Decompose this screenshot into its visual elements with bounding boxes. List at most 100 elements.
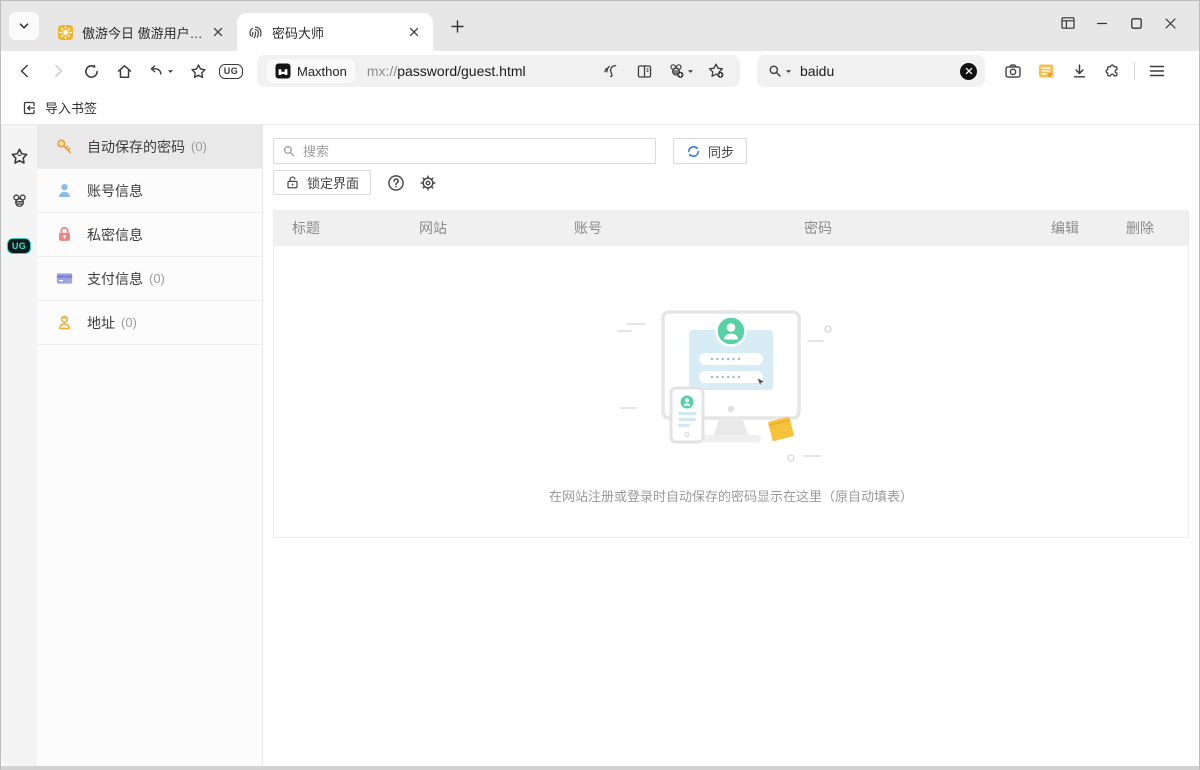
column-header-delete: 删除 <box>1126 218 1188 238</box>
web-search-input[interactable] <box>800 63 960 79</box>
window-controls <box>1051 1 1199 45</box>
url-scheme: mx:// <box>367 63 397 79</box>
tab-close-icon[interactable] <box>405 23 423 41</box>
reader-mode-button[interactable] <box>630 58 658 84</box>
help-icon <box>387 174 405 192</box>
sidebar-item-label: 自动保存的密码 <box>87 137 185 157</box>
extensions-button[interactable] <box>1098 56 1126 86</box>
maximize-icon <box>1130 17 1143 30</box>
ug-button[interactable]: UG <box>217 56 245 86</box>
padlock-icon <box>285 175 300 190</box>
sidebar-item-count: (0) <box>121 315 137 330</box>
close-window-button[interactable] <box>1153 8 1187 38</box>
chevron-down-icon <box>687 68 694 75</box>
sidebar-item-label: 账号信息 <box>87 181 143 201</box>
note-icon <box>1037 62 1055 80</box>
address-bar[interactable]: Maxthon mx://password/guest.html <box>257 55 740 87</box>
chevron-down-icon <box>18 20 30 32</box>
favorites-panel-button[interactable] <box>6 144 32 168</box>
downloads-button[interactable] <box>1065 56 1093 86</box>
search-icon <box>767 63 783 79</box>
tab-list-dropdown-button[interactable] <box>9 12 39 40</box>
read-aloud-button[interactable] <box>597 58 625 84</box>
settings-button[interactable] <box>417 172 439 194</box>
add-to-collection-button[interactable] <box>663 58 697 84</box>
reload-button[interactable] <box>77 56 105 86</box>
undo-button[interactable] <box>143 56 179 86</box>
web-search-box[interactable] <box>757 55 985 87</box>
star-icon <box>10 147 29 166</box>
gear-icon <box>419 174 437 192</box>
lock-interface-button[interactable]: 锁定界面 <box>273 170 371 195</box>
tab-close-icon[interactable] <box>209 23 227 41</box>
new-tab-button[interactable] <box>443 12 471 40</box>
sidebar-item-label: 私密信息 <box>87 225 143 245</box>
maxnote-panel-button[interactable] <box>6 189 32 213</box>
minimize-icon <box>1095 16 1109 30</box>
add-favorite-button[interactable] <box>702 58 730 84</box>
table-header-row: 标题 网站 账号 密码 编辑 删除 <box>274 210 1188 246</box>
table-empty-body: 在网站注册或登录时自动保存的密码显示在这里（原自动填表） <box>274 246 1188 537</box>
lock-interface-label: 锁定界面 <box>307 173 359 192</box>
tab-maxthon-today[interactable]: 傲游今日 傲游用户专属 <box>47 13 237 51</box>
close-icon <box>1164 17 1177 30</box>
tab-strip: 傲游今日 傲游用户专属 密码大师 <box>1 1 1199 51</box>
import-bookmarks-button[interactable]: 导入书签 <box>13 94 105 121</box>
clear-search-button[interactable] <box>960 63 977 80</box>
empty-state-caption: 在网站注册或登录时自动保存的密码显示在这里（原自动填表） <box>549 486 913 505</box>
sidebar-item-label: 支付信息 <box>87 269 143 289</box>
home-button[interactable] <box>110 56 138 86</box>
screenshot-button[interactable] <box>999 56 1027 86</box>
star-icon <box>190 63 207 80</box>
camera-icon <box>1004 62 1022 80</box>
sync-button[interactable]: 同步 <box>673 138 747 164</box>
download-icon <box>1071 63 1088 80</box>
column-header-password: 密码 <box>804 218 1051 238</box>
site-identity-chip[interactable]: Maxthon <box>267 59 355 83</box>
forward-button[interactable] <box>44 56 72 86</box>
page-content: UG 自动保存的密码 (0) <box>1 125 1199 770</box>
chevron-down-icon <box>167 68 174 75</box>
back-icon <box>17 63 33 79</box>
minimize-button[interactable] <box>1085 8 1119 38</box>
help-button[interactable] <box>385 172 407 194</box>
credit-card-icon <box>55 269 74 288</box>
password-sidebar: 自动保存的密码 (0) 账号信息 <box>37 125 263 766</box>
forward-icon <box>50 63 66 79</box>
sidebar-item-payment-info[interactable]: 支付信息 (0) <box>37 257 262 301</box>
column-header-account: 账号 <box>574 218 804 238</box>
bee-icon <box>10 192 29 211</box>
reload-icon <box>83 63 100 80</box>
search-icon <box>282 144 296 158</box>
user-icon <box>55 181 74 200</box>
sidebar-item-addresses[interactable]: 地址 (0) <box>37 301 262 345</box>
plus-icon <box>451 20 464 33</box>
maxnote-button[interactable] <box>1032 56 1060 86</box>
tab-title: 傲游今日 傲游用户专属 <box>82 23 203 42</box>
ug-badge-icon: UG <box>7 238 30 254</box>
main-menu-button[interactable] <box>1143 56 1171 86</box>
sync-icon <box>686 144 701 159</box>
password-search-box[interactable] <box>273 138 656 164</box>
maxthon-logo-icon <box>275 63 291 79</box>
sidebar-item-saved-passwords[interactable]: 自动保存的密码 (0) <box>37 125 262 169</box>
column-header-title: 标题 <box>274 218 419 238</box>
ug-panel-button[interactable]: UG <box>6 234 32 258</box>
sidebar-item-private-info[interactable]: 私密信息 <box>37 213 262 257</box>
sidebar-item-account-info[interactable]: 账号信息 <box>37 169 262 213</box>
column-header-website: 网站 <box>419 218 574 238</box>
site-brand-label: Maxthon <box>297 64 347 79</box>
maximize-button[interactable] <box>1119 8 1153 38</box>
url-text[interactable]: mx://password/guest.html <box>367 63 597 79</box>
tab-password-master[interactable]: 密码大师 <box>237 13 433 51</box>
url-path: password/guest.html <box>397 63 525 79</box>
toolbar-right-group <box>999 56 1171 86</box>
favorites-button[interactable] <box>184 56 212 86</box>
back-button[interactable] <box>11 56 39 86</box>
sidebar-item-count: (0) <box>191 139 207 154</box>
address-person-icon <box>55 313 74 332</box>
password-search-input[interactable] <box>303 144 647 159</box>
boss-key-button[interactable] <box>1051 8 1085 38</box>
browser-window: 傲游今日 傲游用户专属 密码大师 <box>0 0 1200 770</box>
ug-icon: UG <box>219 64 244 79</box>
